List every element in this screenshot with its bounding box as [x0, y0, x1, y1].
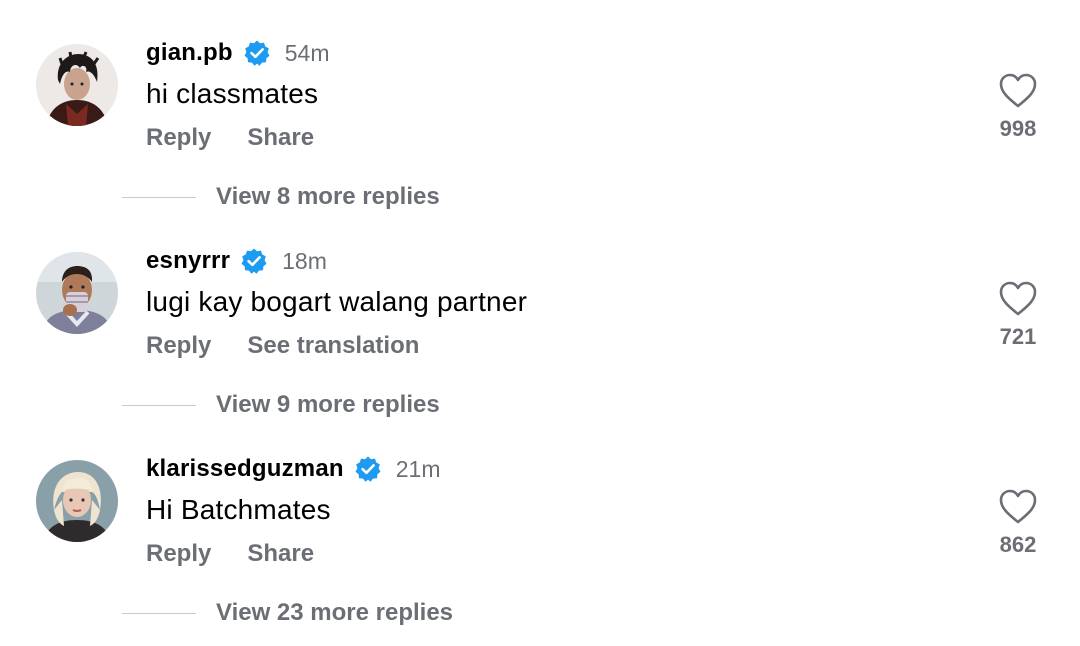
replies-divider: [122, 196, 196, 198]
like-control: 721: [980, 280, 1056, 350]
view-replies-label: View 9 more replies: [216, 391, 440, 418]
timestamp: 18m: [282, 247, 327, 274]
reply-button[interactable]: Reply: [146, 124, 211, 152]
avatar-image: [36, 44, 118, 126]
comment-text: Hi Batchmates: [146, 494, 331, 525]
replies-divider: [122, 404, 196, 406]
share-button[interactable]: Share: [247, 540, 314, 568]
like-count: 721: [999, 324, 1037, 349]
username[interactable]: klarissedguzman: [146, 455, 344, 483]
verified-badge-icon: [354, 455, 382, 483]
like-control: 998: [980, 72, 1056, 142]
comment-item: klarissedguzman 21m Hi Batchmates Reply …: [0, 416, 1080, 626]
like-count: 998: [999, 116, 1037, 141]
view-replies-label: View 8 more replies: [216, 183, 440, 210]
heart-outline-icon[interactable]: [998, 72, 1038, 110]
verified-badge-icon: [240, 247, 268, 275]
replies-divider: [122, 612, 196, 614]
comment-header: esnyrrr 18m: [146, 242, 327, 280]
view-replies-button[interactable]: View 23 more replies: [122, 596, 453, 630]
comment-text: hi classmates: [146, 78, 319, 109]
avatar[interactable]: [36, 460, 118, 542]
view-replies-label: View 23 more replies: [216, 599, 454, 626]
comment-header: klarissedguzman 21m: [146, 450, 441, 488]
like-control: 862: [980, 488, 1056, 558]
comment-header: gian.pb 54m: [146, 34, 329, 72]
avatar[interactable]: [36, 252, 118, 334]
comment-actions: Reply Share: [146, 124, 314, 152]
comment-actions: Reply Share: [146, 540, 314, 568]
verified-badge-icon: [243, 39, 271, 67]
comment-item: gian.pb 54m hi classmates Reply Share 99…: [0, 0, 1080, 210]
avatar[interactable]: [36, 44, 118, 126]
timestamp: 54m: [284, 39, 330, 66]
username[interactable]: gian.pb: [146, 39, 233, 67]
comment-actions: Reply See translation: [146, 332, 419, 360]
avatar-image: [36, 460, 118, 542]
comment-item: esnyrrr 18m lugi kay bogart walang partn…: [0, 208, 1080, 418]
reply-button[interactable]: Reply: [146, 332, 211, 360]
comment-text: lugi kay bogart walang partner: [146, 286, 528, 317]
like-count: 862: [999, 532, 1037, 557]
heart-outline-icon[interactable]: [998, 280, 1038, 318]
avatar-image: [36, 252, 118, 334]
reply-button[interactable]: Reply: [146, 540, 211, 568]
username[interactable]: esnyrrr: [146, 247, 230, 275]
timestamp: 21m: [395, 455, 441, 482]
heart-outline-icon[interactable]: [998, 488, 1038, 526]
share-button[interactable]: Share: [247, 124, 314, 152]
see-translation-button[interactable]: See translation: [247, 332, 419, 360]
